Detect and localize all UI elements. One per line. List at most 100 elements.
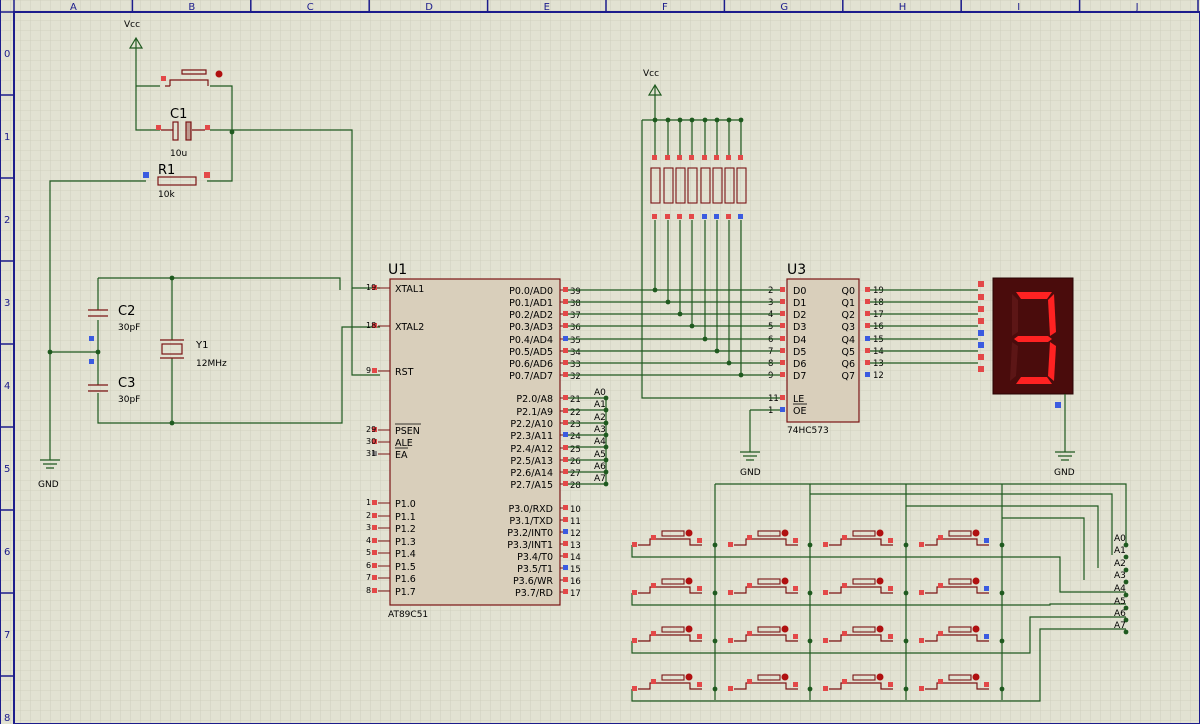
wire-junction xyxy=(665,299,671,305)
pin-marker xyxy=(372,500,377,505)
key-pin xyxy=(651,631,656,636)
wire-junction xyxy=(999,638,1005,644)
pin-name: P0.4/AD4 xyxy=(509,335,553,346)
key-indicator xyxy=(876,625,884,633)
rpack-pin xyxy=(702,214,707,219)
pin-name: P0.1/AD1 xyxy=(509,298,553,309)
pin-marker xyxy=(372,538,377,543)
pin-marker xyxy=(563,299,568,304)
y1-value: 12MHz xyxy=(196,359,227,369)
key-pin xyxy=(793,538,798,543)
schematic-sheet[interactable]: ABCDEFGHIJK 012345678 Vcc Vcc GND GND GN… xyxy=(0,0,1200,724)
pin-marker xyxy=(563,457,568,462)
key-pin xyxy=(728,686,733,691)
pin-number: 18 xyxy=(873,298,884,308)
wire-junction xyxy=(726,360,732,366)
pin-name: P3.1/TXD xyxy=(509,516,553,527)
net-label: A5 xyxy=(594,450,606,460)
pin-marker xyxy=(865,323,870,328)
ruler-row-label: 0 xyxy=(4,49,10,60)
pin-number: 17 xyxy=(873,310,884,320)
key-indicator xyxy=(972,529,980,537)
key-pin xyxy=(697,538,702,543)
segment-a xyxy=(1016,292,1052,299)
rpack-pin xyxy=(702,155,707,160)
ruler-column-label: E xyxy=(544,2,550,13)
key-pin xyxy=(842,583,847,588)
pin-number: 35 xyxy=(570,336,581,346)
ruler-row-label: 7 xyxy=(4,630,10,641)
key-pin xyxy=(697,586,702,591)
pin-number: 23 xyxy=(570,420,581,430)
rpack-pin xyxy=(726,214,731,219)
key-pin xyxy=(793,682,798,687)
pin-number: 19 xyxy=(366,283,376,292)
pin-marker xyxy=(780,323,785,328)
pin-number: 4 xyxy=(768,310,773,320)
pin-name: Q0 xyxy=(841,286,855,297)
pin-name: Q3 xyxy=(841,322,855,333)
pin-name: P1.6 xyxy=(395,574,416,585)
microcontroller-u1[interactable]: U1 AT89C51 19 XTAL118 XTAL29 RST29 PSEN30 ALE… xyxy=(366,262,581,620)
wire-junction xyxy=(677,311,683,317)
wire-junction xyxy=(712,638,718,644)
pin-name: D4 xyxy=(793,335,806,346)
pin-marker xyxy=(563,395,568,400)
pin-marker xyxy=(563,408,568,413)
pin-name: P0.2/AD2 xyxy=(509,310,553,321)
pin-marker xyxy=(563,432,568,437)
pin-number: 37 xyxy=(570,311,581,321)
u3-ref: U3 xyxy=(787,262,806,278)
pin-number: 7 xyxy=(366,573,371,582)
pin-marker xyxy=(372,525,377,530)
key-pin xyxy=(823,686,828,691)
pin-marker xyxy=(780,348,785,353)
pin-marker xyxy=(372,513,377,518)
pin-name: D2 xyxy=(793,310,806,321)
pin-name: P2.5/A13 xyxy=(510,456,553,467)
pin-name: Q7 xyxy=(841,371,855,382)
wire-junction xyxy=(903,638,909,644)
pin-name: LE xyxy=(793,394,804,405)
wire-junction xyxy=(807,542,813,548)
key-pin xyxy=(728,638,733,643)
pin-number: 1 xyxy=(366,498,371,507)
segment-d xyxy=(1016,377,1052,384)
pin-marker xyxy=(780,395,785,400)
segment-g xyxy=(1014,336,1052,342)
key-pin xyxy=(919,686,924,691)
pin-marker xyxy=(780,407,785,412)
pin-name: D6 xyxy=(793,359,806,370)
key-indicator xyxy=(972,673,980,681)
key-pin xyxy=(842,535,847,540)
display-pin xyxy=(978,318,984,324)
pin-name: OE xyxy=(793,406,806,417)
pin-marker xyxy=(865,299,870,304)
pin-number: 14 xyxy=(570,553,581,563)
pin-name: P0.6/AD6 xyxy=(509,359,553,370)
ruler-column-label: C xyxy=(307,2,314,13)
r1-value: 10k xyxy=(158,190,175,200)
key-indicator xyxy=(876,673,884,681)
pin-marker xyxy=(865,287,870,292)
display-pin xyxy=(978,294,984,300)
pin-name: P3.4/T0 xyxy=(517,552,553,563)
key-pin xyxy=(697,682,702,687)
key-pin xyxy=(984,634,989,639)
pin-number: 12 xyxy=(570,529,581,539)
ruler-row-label: 2 xyxy=(4,215,10,226)
pin-name: RST xyxy=(395,367,414,378)
pin-name: D7 xyxy=(793,371,806,382)
c2-value: 30pF xyxy=(118,323,140,333)
display-pin xyxy=(978,354,984,360)
pin-number: 32 xyxy=(570,372,581,382)
pin-name: Q5 xyxy=(841,347,855,358)
pin-name: P0.5/AD5 xyxy=(509,347,553,358)
key-indicator xyxy=(685,625,693,633)
pin-number: 15 xyxy=(873,335,884,345)
pin-name: Q4 xyxy=(841,335,855,346)
wire-junction xyxy=(714,348,720,354)
pin-marker xyxy=(780,311,785,316)
pin-number: 11 xyxy=(768,394,779,404)
pin-marker xyxy=(563,529,568,534)
